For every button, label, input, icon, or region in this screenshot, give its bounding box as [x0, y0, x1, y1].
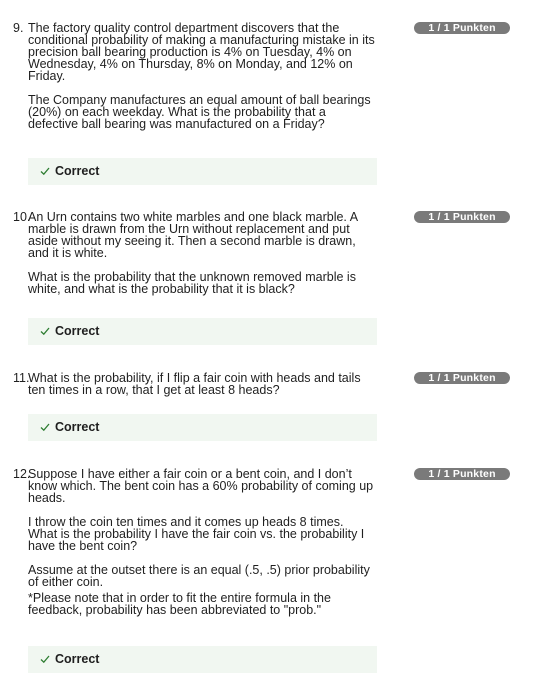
feedback-correct: Correct	[28, 158, 377, 185]
question-text: Suppose I have either a fair coin or a b…	[28, 467, 376, 617]
question-number: 9.	[13, 21, 24, 35]
score-badge: 1 / 1 Punkten	[414, 468, 510, 480]
score-badge: 1 / 1 Punkten	[414, 211, 510, 223]
feedback-label: Correct	[55, 324, 100, 338]
check-icon	[40, 655, 50, 664]
question-paragraph: The factory quality control department d…	[28, 21, 375, 83]
question-paragraph: Suppose I have either a fair coin or a b…	[28, 467, 374, 505]
question-paragraph: What is the probability that the unknown…	[28, 270, 356, 296]
question-text: What is the probability, if I flip a fai…	[28, 371, 376, 397]
question-paragraph: An Urn contains two white marbles and on…	[28, 210, 358, 260]
feedback-label: Correct	[55, 652, 100, 666]
feedback-correct: Correct	[28, 414, 377, 441]
check-icon	[40, 167, 50, 176]
feedback-correct: Correct	[28, 646, 377, 673]
score-badge: 1 / 1 Punkten	[414, 372, 510, 384]
score-badge: 1 / 1 Punkten	[414, 22, 510, 34]
question-number: 11.	[13, 371, 30, 385]
question-paragraph: The Company manufactures an equal amount…	[28, 93, 371, 131]
question-note: *Please note that in order to fit the en…	[28, 591, 331, 617]
feedback-label: Correct	[55, 420, 100, 434]
question-paragraph: What is the probability, if I flip a fai…	[28, 371, 361, 397]
check-icon	[40, 327, 50, 336]
question-paragraph: I throw the coin ten times and it comes …	[28, 515, 365, 553]
question-text: An Urn contains two white marbles and on…	[28, 210, 376, 296]
feedback-label: Correct	[55, 164, 100, 178]
check-icon	[40, 423, 50, 432]
question-text: The factory quality control department d…	[28, 21, 376, 131]
feedback-correct: Correct	[28, 318, 377, 345]
question-paragraph: Assume at the outset there is an equal (…	[28, 563, 370, 589]
